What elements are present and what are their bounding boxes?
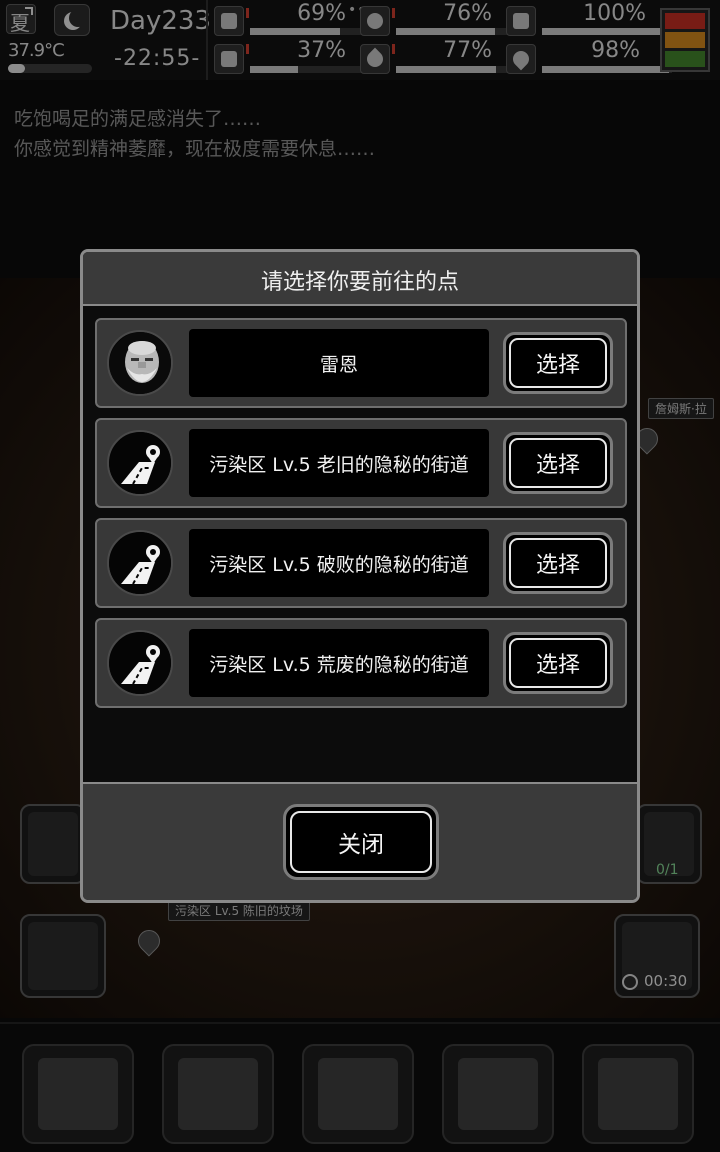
select-button[interactable]: 选择 xyxy=(503,632,613,694)
select-button-label: 选择 xyxy=(509,338,607,388)
destination-name: 雷恩 xyxy=(189,329,489,397)
destination-row: 污染区 Lv.5 老旧的隐秘的街道 选择 xyxy=(95,418,627,508)
destination-dialog: 请选择你要前往的点 雷恩 选择 污染区 Lv.5 老旧的隐秘的街道 选择 污染区… xyxy=(80,249,640,903)
old-man-portrait-icon xyxy=(107,330,173,396)
dialog-header: 请选择你要前往的点 xyxy=(83,252,637,306)
select-button-label: 选择 xyxy=(509,538,607,588)
destination-name: 污染区 Lv.5 老旧的隐秘的街道 xyxy=(189,429,489,497)
select-button[interactable]: 选择 xyxy=(503,532,613,594)
dialog-footer: 关闭 xyxy=(83,782,637,900)
road-pin-icon xyxy=(107,430,173,496)
destination-name: 污染区 Lv.5 荒废的隐秘的街道 xyxy=(189,629,489,697)
select-button[interactable]: 选择 xyxy=(503,432,613,494)
road-pin-icon xyxy=(107,530,173,596)
close-button[interactable]: 关闭 xyxy=(283,804,439,880)
destination-list: 雷恩 选择 污染区 Lv.5 老旧的隐秘的街道 选择 污染区 Lv.5 破败的隐… xyxy=(95,318,627,718)
road-pin-icon xyxy=(107,630,173,696)
destination-row: 雷恩 选择 xyxy=(95,318,627,408)
select-button[interactable]: 选择 xyxy=(503,332,613,394)
dialog-title: 请选择你要前往的点 xyxy=(260,270,459,295)
select-button-label: 选择 xyxy=(509,438,607,488)
destination-name: 污染区 Lv.5 破败的隐秘的街道 xyxy=(189,529,489,597)
select-button-label: 选择 xyxy=(509,638,607,688)
close-button-label: 关闭 xyxy=(290,811,432,873)
destination-row: 污染区 Lv.5 荒废的隐秘的街道 选择 xyxy=(95,618,627,708)
destination-row: 污染区 Lv.5 破败的隐秘的街道 选择 xyxy=(95,518,627,608)
